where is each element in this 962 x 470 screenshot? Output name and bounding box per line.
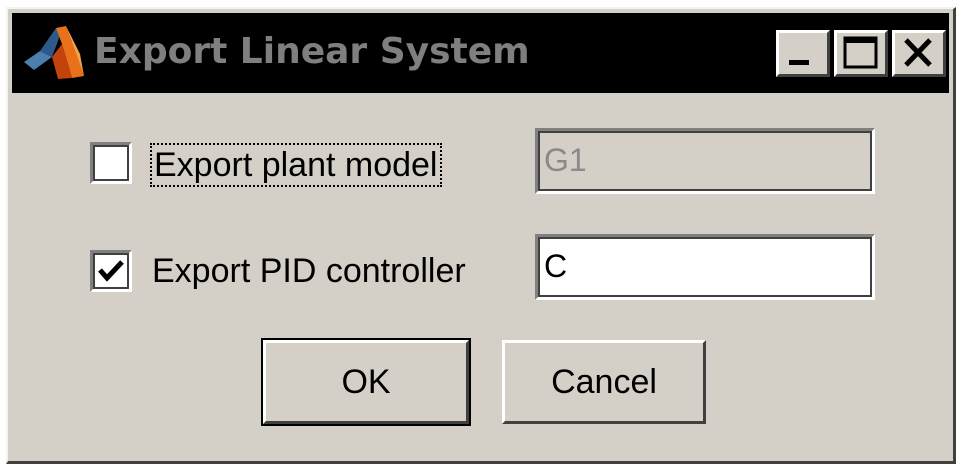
- matlab-logo-icon: [22, 24, 88, 82]
- title-bar[interactable]: Export Linear System: [12, 13, 949, 93]
- ok-button[interactable]: OK: [261, 338, 471, 426]
- export-plant-model-checkbox[interactable]: [90, 142, 132, 184]
- export-pid-controller-label[interactable]: Export PID controller: [152, 251, 466, 291]
- export-pid-controller-checkbox[interactable]: [90, 250, 132, 292]
- close-icon: [904, 38, 932, 67]
- plant-model-name-field: G1: [535, 128, 875, 194]
- checkmark-icon: [98, 260, 124, 282]
- export-plant-model-label[interactable]: Export plant model: [150, 143, 442, 187]
- export-linear-system-dialog: Export Linear System Export plant model …: [6, 7, 956, 464]
- cancel-button[interactable]: Cancel: [502, 340, 706, 424]
- maximize-icon: [843, 36, 878, 69]
- minimize-button[interactable]: [776, 30, 830, 77]
- minimize-icon: [789, 60, 809, 65]
- window-title: Export Linear System: [94, 31, 530, 72]
- close-button[interactable]: [892, 30, 946, 77]
- maximize-button[interactable]: [834, 30, 888, 77]
- pid-controller-name-field[interactable]: C: [535, 234, 875, 300]
